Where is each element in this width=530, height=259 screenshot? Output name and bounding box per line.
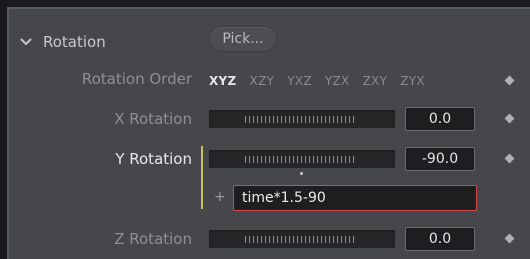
expression-plus-icon[interactable]: + bbox=[214, 189, 226, 205]
y-rotation-label: Y Rotation bbox=[115, 150, 192, 168]
x-rotation-slider[interactable] bbox=[209, 110, 395, 128]
z-rotation-slider[interactable] bbox=[209, 230, 395, 248]
z-rotation-value[interactable]: 0.0 bbox=[405, 227, 475, 251]
chevron-down-icon[interactable] bbox=[19, 35, 33, 49]
rotation-order-options: XYZ XZY YXZ YZX ZXY ZYX bbox=[209, 74, 425, 88]
rotation-order-xyz[interactable]: XYZ bbox=[209, 74, 237, 88]
y-rotation-slider[interactable] bbox=[209, 150, 395, 168]
slider-ticks bbox=[245, 156, 355, 163]
inspector-panel: Rotation Pick... Rotation Order XYZ XZY … bbox=[7, 7, 530, 259]
focus-indicator bbox=[201, 146, 203, 209]
pick-button[interactable]: Pick... bbox=[210, 27, 276, 51]
rotation-order-xzy[interactable]: XZY bbox=[250, 74, 275, 88]
keyframe-diamond-icon[interactable] bbox=[504, 233, 515, 244]
keyframe-diamond-icon[interactable] bbox=[504, 153, 515, 164]
y-rotation-value[interactable]: -90.0 bbox=[405, 147, 475, 171]
rotation-order-yxz[interactable]: YXZ bbox=[287, 74, 312, 88]
rotation-order-label: Rotation Order bbox=[81, 70, 192, 88]
z-rotation-label: Z Rotation bbox=[114, 230, 192, 248]
x-rotation-value[interactable]: 0.0 bbox=[405, 107, 475, 131]
keyframe-diamond-icon[interactable] bbox=[504, 75, 515, 86]
expression-input[interactable]: time*1.5-90 bbox=[233, 185, 477, 211]
section-title: Rotation bbox=[43, 33, 106, 51]
slider-ticks bbox=[245, 116, 355, 123]
slider-ticks bbox=[245, 236, 355, 243]
rotation-order-zyx[interactable]: ZYX bbox=[400, 74, 425, 88]
rotation-order-zxy[interactable]: ZXY bbox=[363, 74, 388, 88]
rotation-order-yzx[interactable]: YZX bbox=[325, 74, 350, 88]
rotation-section-header[interactable]: Rotation bbox=[19, 33, 106, 51]
x-rotation-label: X Rotation bbox=[114, 110, 192, 128]
keyframe-diamond-icon[interactable] bbox=[504, 113, 515, 124]
slider-center-dot bbox=[300, 172, 303, 175]
